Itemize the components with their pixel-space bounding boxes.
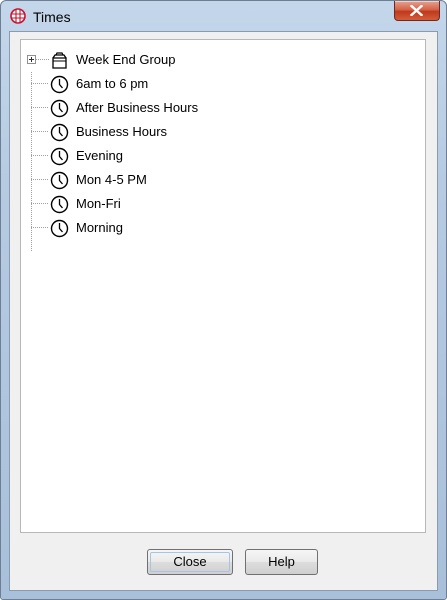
- tree-item-label: Morning: [76, 220, 123, 235]
- tree-item-label: Evening: [76, 148, 123, 163]
- close-x-icon: [410, 5, 423, 16]
- tree-item[interactable]: Morning: [21, 216, 401, 240]
- clock-icon: [50, 75, 69, 94]
- dialog-client-area: Week End Group 6am to 6 pm After Busines…: [9, 31, 438, 591]
- times-dialog: Times Week End Group 6am to 6 pm After B…: [0, 0, 447, 600]
- tree-item[interactable]: Business Hours: [21, 120, 401, 144]
- tree-connector: [31, 203, 49, 204]
- tree-connector: [31, 179, 49, 180]
- tree-connector: [31, 155, 49, 156]
- clock-icon: [50, 171, 69, 190]
- tree-item[interactable]: Evening: [21, 144, 401, 168]
- close-button[interactable]: Close: [147, 549, 233, 575]
- window-close-button[interactable]: [394, 1, 440, 21]
- clock-icon: [50, 195, 69, 214]
- tree-connector: [31, 107, 49, 108]
- help-button-label: Help: [268, 554, 295, 569]
- tree-item-label: After Business Hours: [76, 100, 199, 115]
- expand-plus-icon[interactable]: [27, 55, 36, 64]
- tree-connector: [31, 83, 49, 84]
- tree-group-week-end[interactable]: Week End Group: [21, 48, 401, 72]
- tree-item-label: Mon 4-5 PM: [76, 172, 147, 187]
- title-bar[interactable]: Times: [1, 1, 446, 31]
- folder-group-icon: [50, 51, 69, 70]
- tree-item-label: 6am to 6 pm: [76, 76, 149, 91]
- tree-item[interactable]: After Business Hours: [21, 96, 401, 120]
- tree-connector: [36, 59, 49, 60]
- tree-item-label: Mon-Fri: [76, 196, 121, 211]
- tree-connector: [31, 227, 49, 228]
- close-button-label: Close: [173, 554, 207, 569]
- tree-item[interactable]: 6am to 6 pm: [21, 72, 401, 96]
- window-title: Times: [33, 9, 71, 25]
- clock-icon: [50, 99, 69, 118]
- tree-item[interactable]: Mon-Fri: [21, 192, 401, 216]
- tree-item[interactable]: Mon 4-5 PM: [21, 168, 401, 192]
- tree-item-label: Business Hours: [76, 124, 168, 139]
- clock-icon: [50, 219, 69, 238]
- tree-group-label: Week End Group: [76, 52, 176, 67]
- tree-connector: [31, 131, 49, 132]
- help-button[interactable]: Help: [245, 549, 318, 575]
- times-tree[interactable]: Week End Group 6am to 6 pm After Busines…: [20, 39, 426, 533]
- dialog-button-bar: Close Help: [10, 541, 437, 581]
- clock-icon: [50, 123, 69, 142]
- globe-grid-icon: [10, 8, 26, 24]
- clock-icon: [50, 147, 69, 166]
